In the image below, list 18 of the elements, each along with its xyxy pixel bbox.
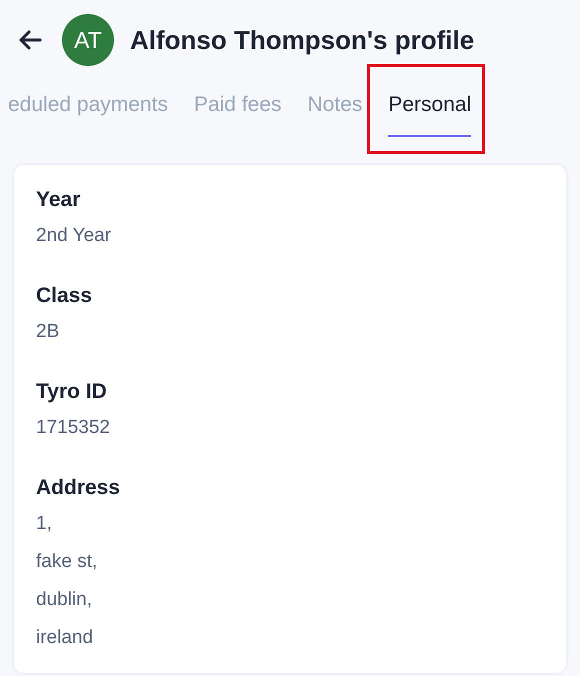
field-value: 1715352: [36, 416, 111, 440]
field-value: 2B: [36, 320, 60, 344]
tab[interactable]: Personal: [388, 80, 472, 138]
avatar: AT: [62, 14, 114, 66]
tab[interactable]: Paid fees: [194, 80, 282, 138]
back-arrow-icon[interactable]: [18, 30, 42, 50]
field-label: Class: [36, 283, 94, 309]
profile-title: Alfonso Thompson's profile: [130, 24, 474, 56]
field-value: dublin,: [36, 588, 93, 612]
field-value: 2nd Year: [36, 224, 112, 248]
field-label: Tyro ID: [36, 379, 108, 405]
tab[interactable]: Notes: [308, 80, 362, 138]
field-value: fake st,: [36, 550, 98, 574]
field-label: Year: [36, 187, 82, 213]
field-label: Address: [36, 475, 122, 501]
field-value: ireland: [36, 626, 94, 650]
tab[interactable]: eduled payments: [8, 80, 168, 138]
field-value: 1,: [36, 512, 53, 536]
